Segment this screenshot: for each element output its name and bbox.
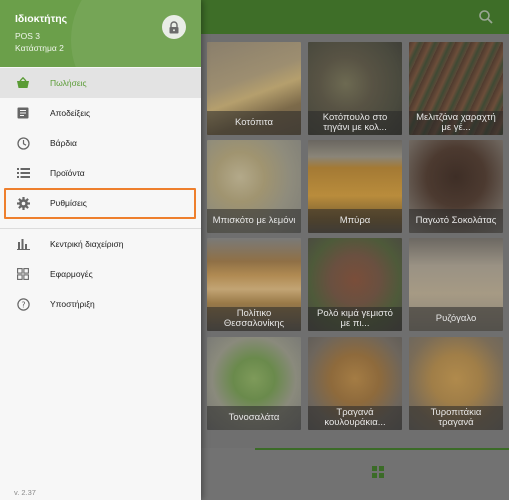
- menu-item-back-office[interactable]: Κεντρική διαχείριση: [0, 229, 201, 259]
- apps-icon: [16, 267, 30, 281]
- bar-chart-icon: [16, 237, 30, 251]
- menu-item-label: Κεντρική διαχείριση: [50, 239, 124, 249]
- menu-item-shift[interactable]: Βάρδια: [0, 128, 201, 158]
- list-icon: [16, 166, 30, 180]
- menu-item-label: Βάρδια: [50, 138, 77, 148]
- lock-icon: [169, 20, 179, 33]
- product-name: Ρυζόγαλο: [409, 307, 503, 331]
- product-name: Κοτόπιτα: [207, 111, 301, 135]
- product-tile[interactable]: Ρυζόγαλο: [409, 238, 503, 331]
- product-name: Μπισκότο με λεμόνι: [207, 209, 301, 233]
- basket-icon: [16, 76, 30, 90]
- product-name: Τονοσαλάτα: [207, 406, 301, 430]
- product-grid: Κοτόπιτα Κοτόπουλο στο τηγάνι με κολ... …: [203, 38, 509, 438]
- menu-item-sales[interactable]: Πωλήσεις: [0, 68, 201, 98]
- store-name: Κατάστημα 2: [15, 43, 64, 53]
- product-tile[interactable]: Κοτόπιτα: [207, 42, 301, 135]
- product-name: Μελιτζάνα χαραχτή με γέ...: [409, 111, 503, 135]
- tab-indicator: [255, 448, 509, 450]
- product-name: Τραγανά κουλουράκια...: [308, 406, 402, 430]
- app-version: v. 2.37: [14, 488, 36, 497]
- product-name: Ρολό κιμά γεμιστό με πι...: [308, 307, 402, 331]
- product-tile[interactable]: Παγωτό Σοκολάτας: [409, 140, 503, 233]
- grid-view-icon[interactable]: [372, 466, 384, 478]
- lock-button[interactable]: [162, 15, 186, 39]
- product-tile[interactable]: Πολίτικο Θεσσαλονίκης: [207, 238, 301, 331]
- product-name: Κοτόπουλο στο τηγάνι με κολ...: [308, 111, 402, 135]
- help-icon: ?: [16, 297, 30, 311]
- menu-item-support[interactable]: ? Υποστήριξη: [0, 289, 201, 319]
- settings-highlight-box: [4, 188, 196, 219]
- product-name: Πολίτικο Θεσσαλονίκης: [207, 307, 301, 331]
- menu-item-label: Υποστήριξη: [50, 299, 95, 309]
- product-name: Μπύρα: [308, 209, 402, 233]
- menu-item-label: Πωλήσεις: [50, 78, 87, 88]
- menu-item-label: Προϊόντα: [50, 168, 85, 178]
- menu-item-apps[interactable]: Εφαρμογές: [0, 259, 201, 289]
- drawer-header: Ιδιοκτήτης POS 3 Κατάστημα 2: [0, 0, 201, 67]
- pos-name: POS 3: [15, 31, 41, 41]
- product-tile[interactable]: Τραγανά κουλουράκια...: [308, 337, 402, 430]
- clock-icon: [16, 136, 30, 150]
- product-tile[interactable]: Τυροπιτάκια τραγανά: [409, 337, 503, 430]
- product-tile[interactable]: Ρολό κιμά γεμιστό με πι...: [308, 238, 402, 331]
- owner-name: Ιδιοκτήτης: [15, 13, 68, 25]
- receipt-icon: [16, 106, 30, 120]
- product-tile[interactable]: Τονοσαλάτα: [207, 337, 301, 430]
- product-name: Παγωτό Σοκολάτας: [409, 209, 503, 233]
- menu-item-label: Αποδείξεις: [50, 108, 91, 118]
- navigation-drawer: Ιδιοκτήτης POS 3 Κατάστημα 2 Πωλήσεις Απ…: [0, 0, 201, 500]
- product-tile[interactable]: Μπισκότο με λεμόνι: [207, 140, 301, 233]
- search-icon[interactable]: [477, 8, 495, 26]
- menu-item-label: Εφαρμογές: [50, 269, 93, 279]
- product-tile[interactable]: Μελιτζάνα χαραχτή με γέ...: [409, 42, 503, 135]
- product-name: Τυροπιτάκια τραγανά: [409, 406, 503, 430]
- menu-item-products[interactable]: Προϊόντα: [0, 158, 201, 188]
- product-tile[interactable]: Κοτόπουλο στο τηγάνι με κολ...: [308, 42, 402, 135]
- product-tile[interactable]: Μπύρα: [308, 140, 402, 233]
- svg-text:?: ?: [21, 300, 25, 309]
- menu-item-receipts[interactable]: Αποδείξεις: [0, 98, 201, 128]
